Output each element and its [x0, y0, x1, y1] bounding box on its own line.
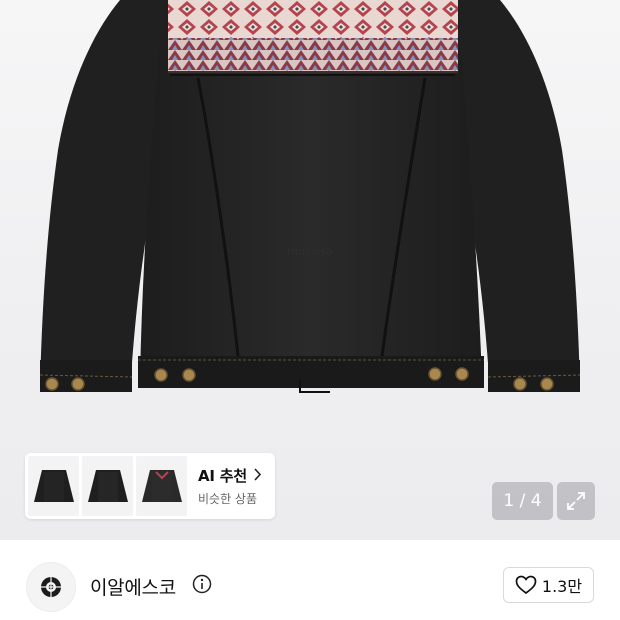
heart-icon	[515, 575, 537, 595]
like-count: 1.3만	[541, 577, 583, 596]
product-image-area[interactable]: musinsa AI 추천 비슷한 상품 1 / 4	[0, 0, 620, 540]
info-icon[interactable]	[192, 574, 212, 598]
black-jacket-thumb-icon	[87, 470, 128, 502]
ai-recommend-title: AI 추천	[198, 465, 262, 486]
black-jacket-thumb-icon	[33, 470, 74, 502]
recommend-thumb-2[interactable]	[82, 456, 133, 516]
expand-icon	[567, 492, 585, 510]
seller-name[interactable]: 이알에스코	[90, 573, 176, 600]
seller-bar: 이알에스코 1.3만	[0, 540, 620, 620]
chevron-right-icon	[253, 467, 262, 485]
recommend-thumb-1[interactable]	[28, 456, 79, 516]
watermark-text: musinsa	[287, 245, 333, 258]
image-page-counter: 1 / 4	[492, 482, 553, 520]
ai-recommend-card[interactable]: AI 추천 비슷한 상품	[25, 453, 275, 519]
seller-avatar[interactable]	[26, 562, 76, 612]
recommend-thumb-3[interactable]	[136, 456, 187, 516]
expand-image-button[interactable]	[557, 482, 595, 520]
black-denim-jacket-thumb-icon	[141, 470, 182, 502]
like-button[interactable]: 1.3만	[503, 567, 594, 603]
ai-recommend-subtitle: 비슷한 상품	[198, 492, 258, 506]
seller-logo-icon	[41, 577, 61, 597]
